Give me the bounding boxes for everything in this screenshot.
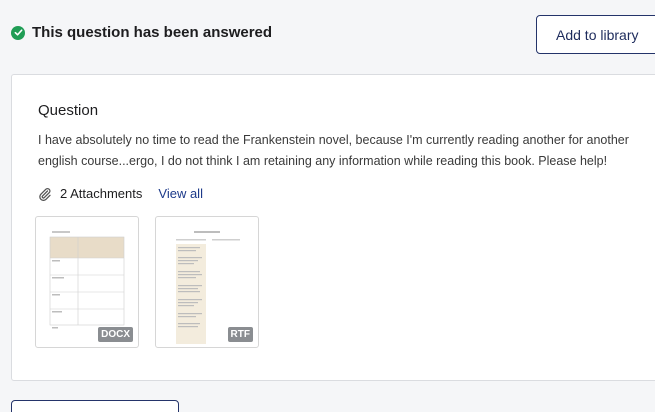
view-all-link[interactable]: View all: [158, 186, 203, 201]
attachment-thumbnail-rtf[interactable]: RTF: [155, 216, 259, 348]
paperclip-icon: [38, 187, 52, 201]
attachments-row: 2 Attachments View all: [38, 186, 203, 201]
add-to-library-button[interactable]: Add to library: [536, 15, 655, 54]
question-title: Question: [38, 102, 99, 119]
file-type-badge: DOCX: [98, 327, 133, 342]
check-circle-icon: [11, 25, 25, 40]
answered-status-text: This question has been answered: [32, 24, 273, 41]
question-card: Question I have absolutely no time to re…: [11, 74, 655, 381]
attachments-count: 2 Attachments: [60, 186, 143, 201]
question-body: I have absolutely no time to read the Fr…: [38, 133, 629, 168]
answered-status: This question has been answered: [11, 24, 272, 41]
file-type-badge: RTF: [227, 327, 253, 342]
attachment-thumbnail-docx[interactable]: DOCX: [35, 216, 139, 348]
partially-visible-button[interactable]: [11, 400, 179, 412]
